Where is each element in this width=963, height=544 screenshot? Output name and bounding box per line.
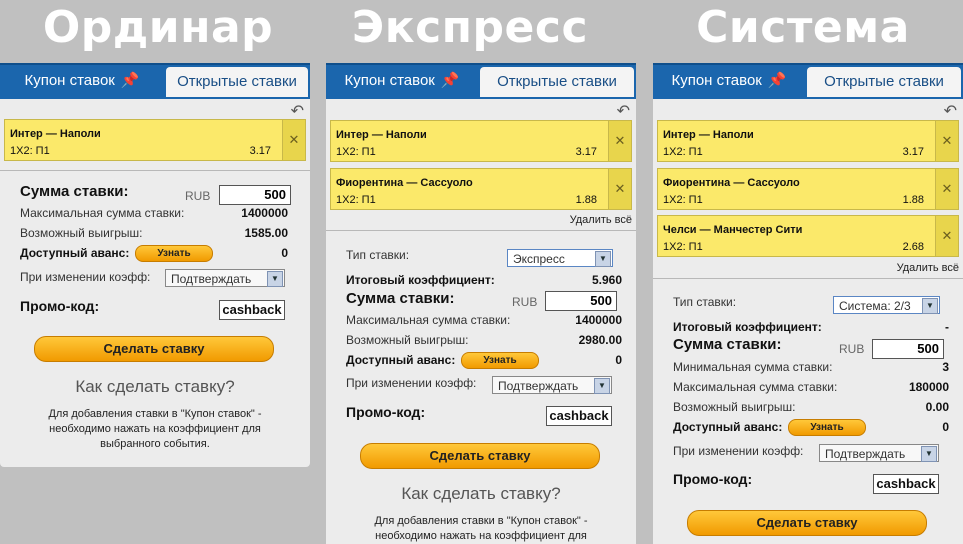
odds-change-select[interactable]: Подтверждать ▼ <box>492 376 612 394</box>
place-bet-button[interactable]: Сделать ставку <box>34 336 274 362</box>
tab-coupon[interactable]: Купон ставок 📌 <box>653 65 805 97</box>
coupon-panel-single: Купон ставок 📌 Открытые ставки ↶ Интер — … <box>0 63 310 467</box>
max-stake-row: Максимальная сумма ставки: 180000 <box>673 380 949 394</box>
currency-label: RUB <box>512 295 538 309</box>
undo-icon[interactable]: ↶ <box>944 101 957 121</box>
total-coef-row: Итоговый коэффициент: 5.960 <box>346 273 622 287</box>
bet-slip-item: Фиорентина — Сассуоло 1X2: П1 1.88 ✕ <box>330 168 632 210</box>
close-icon[interactable]: ✕ <box>608 169 631 209</box>
promo-label: Промо-код: <box>673 471 753 487</box>
promo-label: Промо-код: <box>346 404 426 420</box>
coupon-panel-express: Купон ставок 📌 Открытые ставки ↶ Интер — … <box>326 63 636 544</box>
delete-all-link[interactable]: Удалить всё <box>570 214 632 226</box>
possible-win-row: Возможный выигрыш: 0.00 <box>673 400 949 414</box>
close-icon[interactable]: ✕ <box>608 121 631 161</box>
tab-open-bets[interactable]: Открытые ставки <box>166 67 308 97</box>
close-icon[interactable]: ✕ <box>935 121 958 161</box>
title-express: Экспресс <box>351 2 589 53</box>
delete-all-link[interactable]: Удалить всё <box>897 262 959 274</box>
bet-slip-item: Фиорентина — Сассуоло 1X2: П1 1.88 ✕ <box>657 168 959 210</box>
tab-coupon[interactable]: Купон ставок 📌 <box>326 65 478 97</box>
promo-input[interactable]: cashback <box>873 474 939 494</box>
currency-label: RUB <box>839 342 865 356</box>
stake-input[interactable]: 500 <box>872 339 944 359</box>
pin-icon[interactable]: 📌 <box>441 65 460 97</box>
learn-button[interactable]: Узнать <box>135 245 213 262</box>
learn-button[interactable]: Узнать <box>788 419 866 436</box>
close-icon[interactable]: ✕ <box>282 120 305 160</box>
pin-icon[interactable]: 📌 <box>121 65 140 97</box>
max-stake-row: Максимальная сумма ставки: 1400000 <box>346 313 622 327</box>
howto-link[interactable]: Как сделать ставку? <box>326 484 636 504</box>
coupon-tabs: Купон ставок 📌 Открытые ставки <box>653 63 963 99</box>
divider <box>326 230 636 231</box>
possible-win-row: Возможный выигрыш: 2980.00 <box>346 333 622 347</box>
coupon-panel-system: Купон ставок 📌 Открытые ставки ↶ Интер — … <box>653 63 963 544</box>
bet-slip-item: Челси — Манчестер Сити 1X2: П1 2.68 ✕ <box>657 215 959 257</box>
chevron-down-icon[interactable]: ▼ <box>267 271 283 287</box>
chevron-down-icon[interactable]: ▼ <box>594 378 610 394</box>
bet-type-select[interactable]: Экспресс ▼ <box>507 249 613 267</box>
bet-market: 1X2: П1 <box>10 145 50 157</box>
tab-open-bets[interactable]: Открытые ставки <box>480 67 634 97</box>
title-system: Система <box>696 2 910 53</box>
title-single: Ординар <box>42 2 274 53</box>
bet-slip-item: Интер — Наполи 1X2: П1 3.17 ✕ <box>330 120 632 162</box>
odds-change-select[interactable]: Подтверждать ▼ <box>165 269 285 287</box>
place-bet-button[interactable]: Сделать ставку <box>360 443 600 469</box>
currency-label: RUB <box>185 189 211 203</box>
possible-win-row: Возможный выигрыш: 1585.00 <box>20 226 288 240</box>
tab-coupon[interactable]: Купон ставок 📌 <box>0 65 164 97</box>
bet-teams: Интер — Наполи <box>10 128 101 140</box>
chevron-down-icon[interactable]: ▼ <box>595 251 611 267</box>
undo-icon[interactable]: ↶ <box>291 101 304 121</box>
help-text: Для добавления ставки в "Купон ставок" -… <box>374 515 588 542</box>
chevron-down-icon[interactable]: ▼ <box>921 446 937 462</box>
coupon-tabs: Купон ставок 📌 Открытые ставки <box>326 63 636 99</box>
bet-slip-item: Интер — Наполи 1X2: П1 3.17 ✕ <box>657 120 959 162</box>
chevron-down-icon[interactable]: ▼ <box>922 298 938 314</box>
max-stake-row: Максимальная сумма ставки: 1400000 <box>20 206 288 220</box>
stake-label: Сумма ставки: <box>20 183 129 200</box>
undo-icon[interactable]: ↶ <box>617 101 630 121</box>
learn-button[interactable]: Узнать <box>461 352 539 369</box>
promo-input[interactable]: cashback <box>546 406 612 426</box>
min-stake-row: Минимальная сумма ставки: 3 <box>673 360 949 374</box>
stake-input[interactable]: 500 <box>545 291 617 311</box>
bet-type-select[interactable]: Система: 2/3 ▼ <box>833 296 940 314</box>
promo-label: Промо-код: <box>20 298 100 314</box>
stake-input[interactable]: 500 <box>219 185 291 205</box>
divider <box>653 278 963 279</box>
divider <box>0 170 310 171</box>
help-text: Для добавления ставки в "Купон ставок" -… <box>48 408 262 450</box>
tab-open-bets[interactable]: Открытые ставки <box>807 67 961 97</box>
odds-change-select[interactable]: Подтверждать ▼ <box>819 444 939 462</box>
bet-slip-item: Интер — Наполи 1X2: П1 3.17 ✕ <box>4 119 306 161</box>
promo-input[interactable]: cashback <box>219 300 285 320</box>
place-bet-button[interactable]: Сделать ставку <box>687 510 927 536</box>
close-icon[interactable]: ✕ <box>935 216 958 256</box>
close-icon[interactable]: ✕ <box>935 169 958 209</box>
howto-link[interactable]: Как сделать ставку? <box>0 377 310 397</box>
bet-odd: 3.17 <box>249 145 271 157</box>
coupon-tabs: Купон ставок 📌 Открытые ставки <box>0 63 310 99</box>
pin-icon[interactable]: 📌 <box>768 65 787 97</box>
